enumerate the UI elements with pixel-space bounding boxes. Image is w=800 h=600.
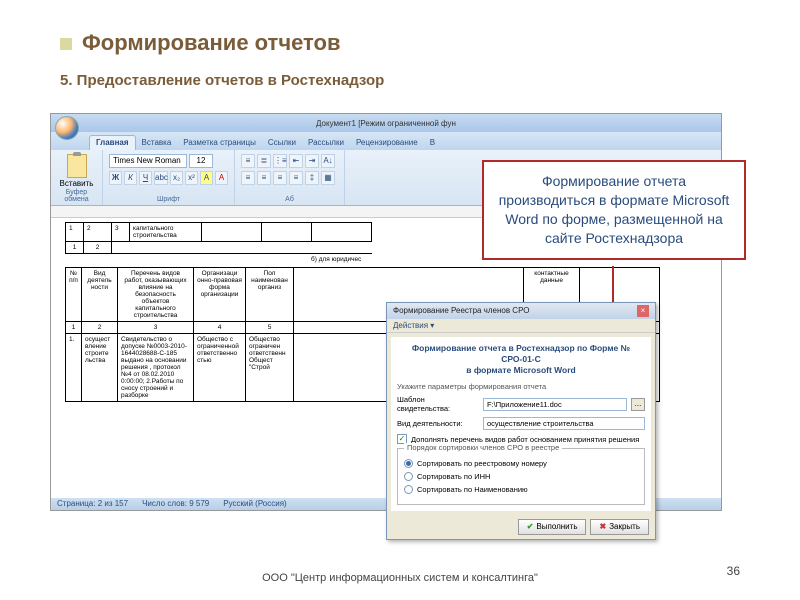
group-font: Шрифт — [109, 196, 228, 204]
close-dialog-button[interactable]: ✖Закрыть — [590, 519, 649, 535]
page-number: 36 — [727, 564, 740, 578]
activity-select[interactable]: осуществление строительства — [483, 417, 645, 430]
template-input[interactable]: F:\Приложение11.doc — [483, 398, 627, 411]
title-bullet — [60, 38, 72, 50]
hdr[interactable]: Вид деятель ности — [82, 268, 118, 322]
hdr[interactable]: № п/п — [66, 268, 82, 322]
strike-button[interactable]: abc — [154, 171, 168, 185]
sup-button[interactable]: x² — [185, 171, 198, 185]
radio-inn[interactable] — [404, 472, 413, 481]
x-icon: ✖ — [599, 520, 606, 534]
tab-view[interactable]: В — [424, 136, 441, 150]
sub-button[interactable]: x₂ — [170, 171, 183, 185]
status-lang[interactable]: Русский (Россия) — [223, 498, 286, 510]
doc-title: Документ1 [Режим ограниченной фун — [316, 119, 456, 128]
dialog-heading: Формирование отчета в Ростехнадзор по Фо… — [397, 343, 645, 376]
doc-table-1: 1 2 3 капитального строительства 12 — [65, 222, 372, 254]
tab-home[interactable]: Главная — [89, 135, 136, 150]
cell[interactable]: 1 — [66, 223, 84, 242]
align-left-button[interactable]: ≡ — [241, 171, 255, 185]
cell[interactable]: 2 — [82, 322, 118, 334]
cell[interactable]: 3 — [112, 223, 130, 242]
cell[interactable]: 5 — [246, 322, 294, 334]
ribbon-tabs: Главная Вставка Разметка страницы Ссылки… — [51, 132, 721, 150]
hdr[interactable]: Пол наименован организ — [246, 268, 294, 322]
group-clipboard: Буфер обмена — [57, 189, 96, 204]
radio-regnum[interactable] — [404, 459, 413, 468]
word-titlebar: Документ1 [Режим ограниченной фун — [51, 114, 721, 132]
font-size-select[interactable]: 12 — [189, 154, 213, 168]
sort-button[interactable]: A↓ — [321, 154, 335, 168]
cell[interactable] — [202, 223, 262, 242]
cell[interactable]: 2 — [84, 223, 112, 242]
radio-name-label: Сортировать по Наименованию — [417, 485, 528, 494]
check-icon: ✔ — [527, 520, 534, 534]
bold-button[interactable]: Ж — [109, 171, 122, 185]
cell[interactable]: 1 — [66, 322, 82, 334]
execute-button[interactable]: ✔Выполнить — [518, 519, 587, 535]
cell[interactable]: Свидетельство о допуске №0003-2010-16440… — [118, 334, 194, 402]
activity-label: Вид деятельности: — [397, 419, 479, 428]
highlight-button[interactable]: A — [200, 171, 213, 185]
dialog-title: Формирование Реестра членов СРО — [393, 303, 529, 319]
cell[interactable]: осущест вление строите льства — [82, 334, 118, 402]
italic-button[interactable]: К — [124, 171, 137, 185]
multilevel-button[interactable]: ⋮≡ — [273, 154, 287, 168]
dialog-subhead: Укажите параметры формирования отчета — [397, 382, 645, 391]
group-para: Аб — [241, 196, 338, 204]
hdr[interactable]: Перечень видов работ, оказывающих влияни… — [118, 268, 194, 322]
cell[interactable]: Общество с ограниченной ответственно сть… — [194, 334, 246, 402]
slide-subtitle: 5. Предоставление отчетов в Ростехнадзор — [60, 72, 750, 89]
numbering-button[interactable]: ≣ — [257, 154, 271, 168]
radio-regnum-label: Сортировать по реестровому номеру — [417, 459, 547, 468]
close-button[interactable]: × — [637, 305, 649, 317]
browse-button[interactable]: ... — [631, 398, 645, 411]
paste-label: Вставить — [60, 179, 94, 188]
slide-footer: ООО "Центр информационных систем и конса… — [0, 572, 800, 584]
tab-layout[interactable]: Разметка страницы — [177, 136, 262, 150]
tab-review[interactable]: Рецензирование — [350, 136, 424, 150]
shading-button[interactable]: ▦ — [321, 171, 335, 185]
indent-dec-button[interactable]: ⇤ — [289, 154, 303, 168]
status-page[interactable]: Страница: 2 из 157 — [57, 498, 128, 510]
export-dialog: Формирование Реестра членов СРО × Действ… — [386, 302, 656, 540]
paste-icon — [67, 154, 87, 178]
template-label: Шаблон свидетельства: — [397, 395, 479, 413]
tab-references[interactable]: Ссылки — [262, 136, 302, 150]
underline-button[interactable]: Ч — [139, 171, 152, 185]
cell[interactable] — [312, 223, 372, 242]
cell[interactable]: 4 — [194, 322, 246, 334]
callout-box: Формирование отчета производиться в форм… — [482, 160, 746, 260]
cell[interactable]: 1. — [66, 334, 82, 402]
sort-group-title: Порядок сортировки членов СРО в реестре — [404, 443, 562, 452]
bullets-button[interactable]: ≡ — [241, 154, 255, 168]
indent-inc-button[interactable]: ⇥ — [305, 154, 319, 168]
font-name-select[interactable]: Times New Roman — [109, 154, 187, 168]
paste-button[interactable]: Вставить — [57, 154, 96, 188]
cell[interactable]: капитального строительства — [130, 223, 202, 242]
spacing-button[interactable]: ‡ — [305, 171, 319, 185]
hdr[interactable]: Организаци онно-правовая форма организац… — [194, 268, 246, 322]
cell[interactable]: Общество ограничен ответственн Общест "С… — [246, 334, 294, 402]
align-center-button[interactable]: ≡ — [257, 171, 271, 185]
align-right-button[interactable]: ≡ — [273, 171, 287, 185]
tab-insert[interactable]: Вставка — [136, 136, 178, 150]
dialog-titlebar[interactable]: Формирование Реестра членов СРО × — [387, 303, 655, 319]
tab-mailings[interactable]: Рассылки — [302, 136, 350, 150]
cell[interactable] — [262, 223, 312, 242]
status-words[interactable]: Число слов: 9 579 — [142, 498, 209, 510]
slide-title: Формирование отчетов — [82, 30, 341, 55]
align-just-button[interactable]: ≡ — [289, 171, 303, 185]
radio-inn-label: Сортировать по ИНН — [417, 472, 490, 481]
dialog-menu[interactable]: Действия ▾ — [387, 319, 655, 333]
cell[interactable]: 3 — [118, 322, 194, 334]
color-button[interactable]: A — [215, 171, 228, 185]
radio-name[interactable] — [404, 485, 413, 494]
office-button[interactable] — [55, 116, 79, 140]
